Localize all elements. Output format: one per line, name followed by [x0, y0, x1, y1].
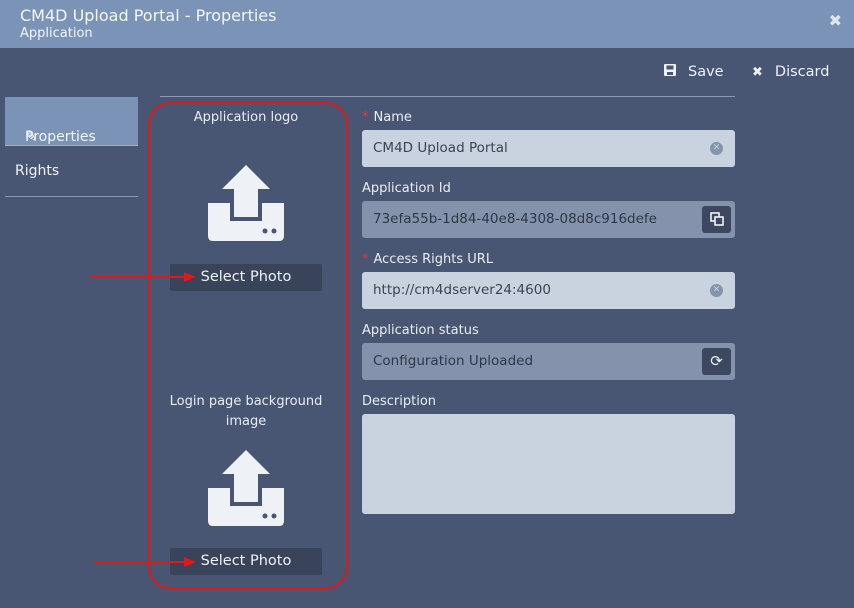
annotation-arrow	[90, 272, 196, 282]
logo-label: Application logo	[193, 110, 299, 125]
background-label: Login page background image	[160, 392, 332, 432]
discard-button[interactable]: ✖ Discard	[752, 62, 829, 82]
refresh-icon[interactable]: ⟳	[702, 348, 731, 375]
sidebar-item-label: Rights	[15, 163, 60, 179]
name-input[interactable]: CM4D Upload Portal ✕	[362, 130, 735, 167]
upload-tray-icon[interactable]	[206, 450, 286, 526]
status-value: Configuration Uploaded	[373, 353, 534, 369]
background-label-line1: Login page background	[169, 394, 323, 409]
save-label: Save	[688, 64, 724, 80]
discard-label: Discard	[774, 64, 830, 80]
clear-icon[interactable]: ✕	[710, 284, 723, 297]
x-icon: ✖	[752, 64, 763, 80]
name-value: CM4D Upload Portal	[373, 140, 508, 156]
required-marker: *	[362, 252, 369, 267]
floppy-disk-icon	[664, 64, 676, 80]
sidebar-item-rights[interactable]: Rights	[5, 148, 138, 197]
copy-icon[interactable]	[702, 206, 731, 233]
window-title: CM4D Upload Portal - Properties	[20, 6, 277, 25]
toolbar-divider	[160, 96, 735, 97]
name-label: * Name	[362, 110, 412, 125]
access-url-label: * Access Rights URL	[362, 252, 494, 267]
app-id-label: Application Id	[362, 181, 451, 196]
status-field: Configuration Uploaded ⟳	[362, 343, 735, 380]
access-url-input[interactable]: http://cm4dserver24:4600 ✕	[362, 272, 735, 309]
save-button[interactable]: Save	[664, 62, 724, 82]
title-bar: CM4D Upload Portal - Properties Applicat…	[0, 0, 854, 48]
window-subtitle: Application	[20, 26, 93, 41]
upload-tray-icon[interactable]	[206, 165, 286, 241]
sidebar-item-properties[interactable]: ✎ Properties	[5, 97, 138, 146]
annotation-arrow	[94, 557, 196, 567]
description-label: Description	[362, 394, 437, 409]
required-marker: *	[362, 110, 369, 125]
clear-icon[interactable]: ✕	[710, 142, 723, 155]
description-textarea[interactable]	[362, 414, 735, 514]
background-label-line2: image	[225, 414, 267, 429]
app-id-field: 73efa55b-1d84-40e8-4308-08d8c916defe	[362, 201, 735, 238]
access-url-value: http://cm4dserver24:4600	[373, 282, 551, 298]
sidebar-item-label: Properties	[25, 129, 96, 145]
status-label: Application status	[362, 323, 479, 338]
app-id-value: 73efa55b-1d84-40e8-4308-08d8c916defe	[373, 211, 657, 227]
close-x-icon[interactable]: ✖	[829, 11, 842, 30]
